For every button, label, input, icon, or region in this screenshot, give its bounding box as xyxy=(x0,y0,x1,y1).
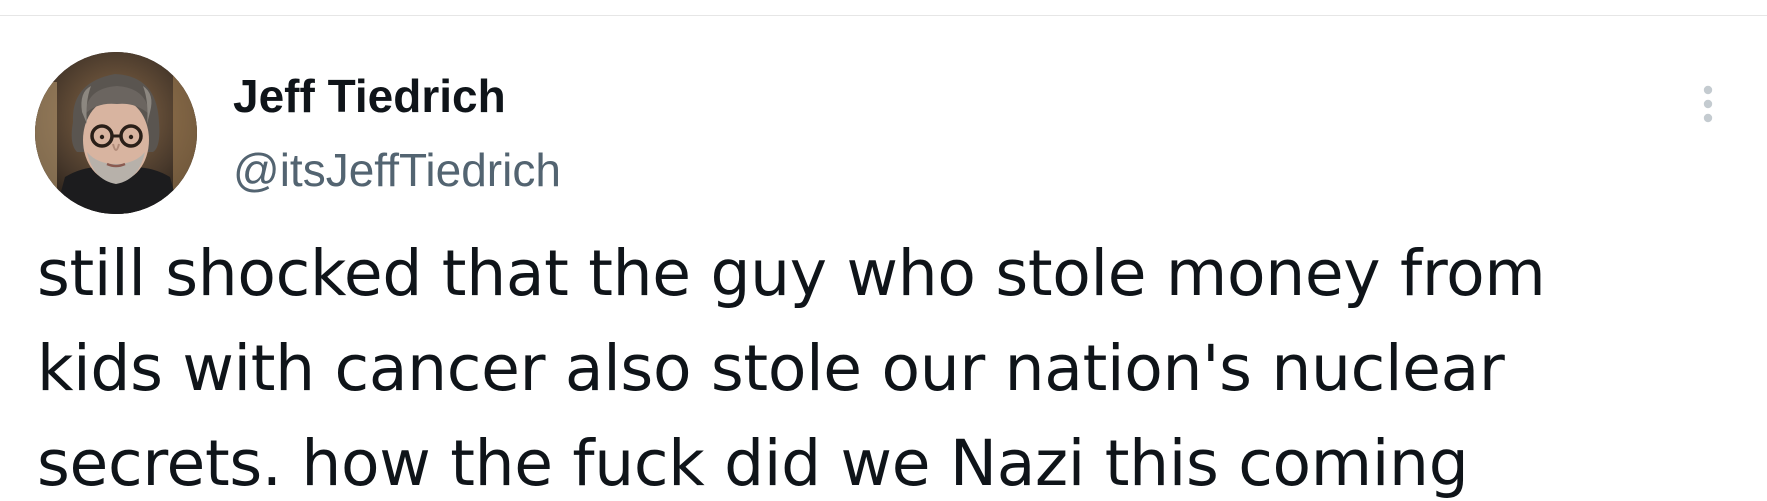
avatar-photo xyxy=(35,52,197,214)
more-options-button[interactable] xyxy=(1686,76,1730,132)
more-vertical-dots-icon xyxy=(1703,85,1713,123)
avatar[interactable] xyxy=(35,52,197,214)
author-display-name[interactable]: Jeff Tiedrich xyxy=(233,70,506,122)
tweet-text: still shocked that the guy who stole mon… xyxy=(37,226,1737,501)
tweet-text-line: kids with cancer also stole our nation's… xyxy=(37,332,1505,405)
tweet-card[interactable]: Jeff Tiedrich @itsJeffTiedrich still sho… xyxy=(0,16,1767,501)
top-divider xyxy=(0,0,1767,16)
tweet-text-line: secrets. how the fuck did we Nazi this c… xyxy=(37,427,1469,500)
author-handle[interactable]: @itsJeffTiedrich xyxy=(233,144,561,196)
tweet-text-line: still shocked that the guy who stole mon… xyxy=(37,237,1546,310)
